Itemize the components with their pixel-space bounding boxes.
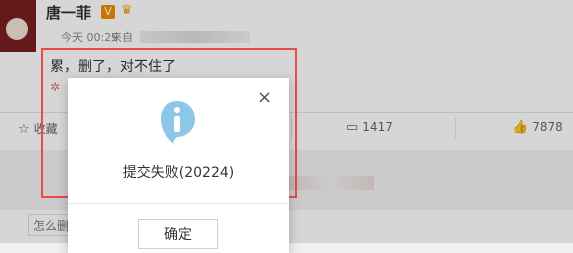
like-action[interactable]: 👍 7878 <box>512 120 563 135</box>
info-icon <box>161 101 195 146</box>
weibo-page: 唐一菲 V ♛ 今天 00:29 来自 累，删了，对不住了 ✲ ☆ 收藏 ▭ 141… <box>0 0 573 253</box>
favorite-label: 收藏 <box>33 122 58 136</box>
thumbs-up-icon: 👍 <box>512 120 529 135</box>
sparkle-icon: ✲ <box>50 80 61 94</box>
favorite-action[interactable]: ☆ 收藏 <box>18 120 58 137</box>
likes-count: 7878 <box>532 120 563 134</box>
comment-icon: ▭ <box>346 120 359 135</box>
vip-badge: V <box>101 5 115 19</box>
avatar[interactable] <box>0 0 36 52</box>
error-dialog: × 提交失败(20224) 确定 <box>68 78 289 253</box>
error-message: 提交失败(20224) <box>122 165 235 181</box>
divider <box>291 118 292 138</box>
divider <box>68 203 289 204</box>
divider <box>455 118 456 138</box>
comments-count: 1417 <box>362 120 393 134</box>
crown-icon: ♛ <box>121 3 133 18</box>
post-time[interactable]: 今天 00:29 <box>61 29 118 45</box>
username[interactable]: 唐一菲 <box>46 2 91 23</box>
close-icon[interactable]: × <box>257 89 272 107</box>
post-source: 来自 <box>111 31 133 44</box>
blurred-text <box>284 176 374 190</box>
star-icon: ☆ <box>18 122 30 137</box>
comment-action[interactable]: ▭ 1417 <box>346 120 393 135</box>
post-text: 累，删了，对不住了 <box>50 59 176 75</box>
blurred-source <box>140 31 250 43</box>
confirm-button[interactable]: 确定 <box>138 219 218 249</box>
